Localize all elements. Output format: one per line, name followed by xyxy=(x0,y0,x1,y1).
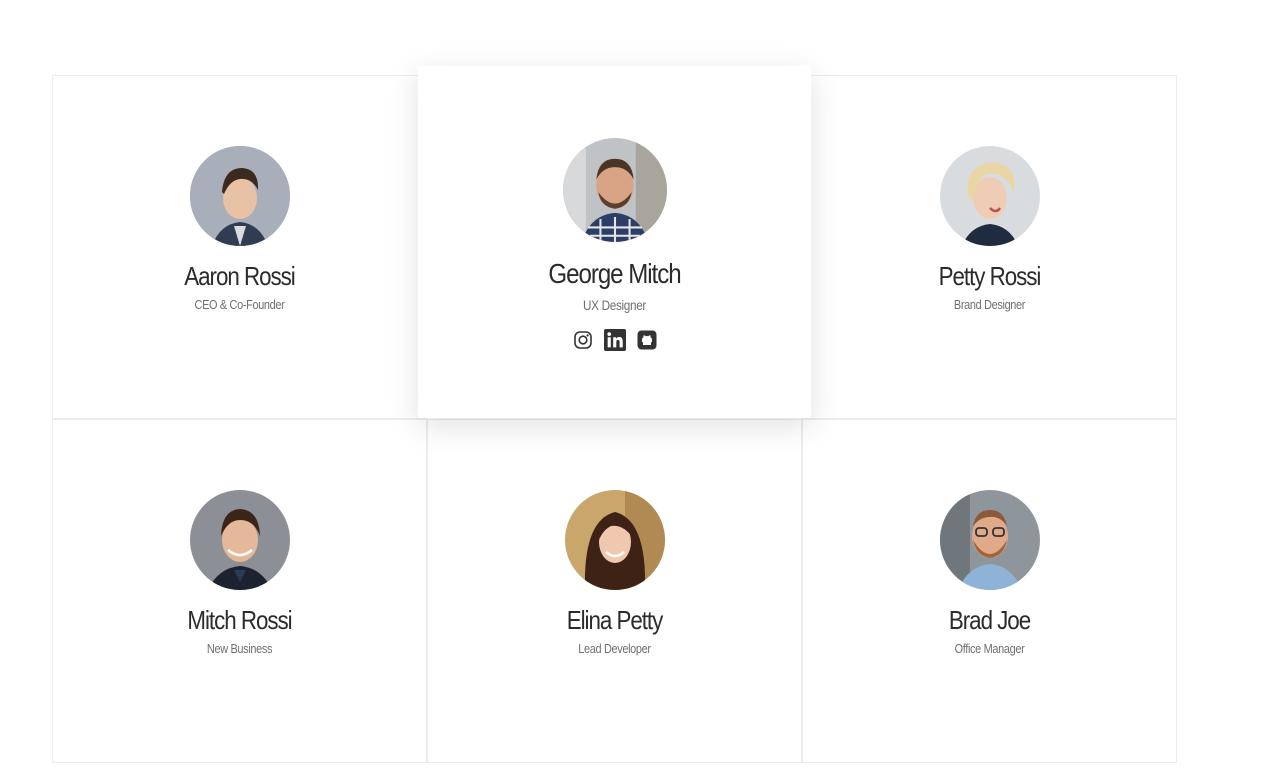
avatar xyxy=(939,490,1040,590)
team-card-elina-petty: Elina Petty Lead Developer xyxy=(427,419,802,763)
team-card-george-mitch[interactable]: George Mitch UX Designer xyxy=(418,66,811,418)
member-role: New Business xyxy=(206,641,273,656)
member-name: Brad Joe xyxy=(948,605,1031,635)
avatar xyxy=(562,138,667,242)
member-role: Lead Developer xyxy=(578,641,651,656)
member-name: Petty Rossi xyxy=(938,261,1042,291)
github-icon[interactable] xyxy=(636,329,658,351)
linkedin-icon[interactable] xyxy=(603,329,626,351)
member-role: UX Designer xyxy=(583,297,646,313)
avatar xyxy=(189,146,290,246)
team-grid: Aaron Rossi CEO & Co-Founder George Mitc… xyxy=(52,66,1177,763)
member-role: Office Manager xyxy=(954,641,1025,656)
member-role: CEO & Co-Founder xyxy=(194,297,285,312)
member-name: Aaron Rossi xyxy=(184,261,295,291)
avatar xyxy=(189,490,290,590)
team-card-brad-joe: Brad Joe Office Manager xyxy=(802,419,1177,763)
social-links xyxy=(418,329,811,351)
avatar xyxy=(564,490,665,590)
member-name: George Mitch xyxy=(548,258,681,289)
member-name: Elina Petty xyxy=(566,605,664,635)
team-card-petty-rossi: Petty Rossi Brand Designer xyxy=(802,75,1177,419)
team-card-mitch-rossi: Mitch Rossi New Business xyxy=(52,419,427,763)
instagram-icon[interactable] xyxy=(572,329,594,351)
member-name: Mitch Rossi xyxy=(187,605,292,635)
avatar xyxy=(939,146,1040,246)
team-card-aaron-rossi: Aaron Rossi CEO & Co-Founder xyxy=(52,75,427,419)
member-role: Brand Designer xyxy=(953,297,1026,312)
